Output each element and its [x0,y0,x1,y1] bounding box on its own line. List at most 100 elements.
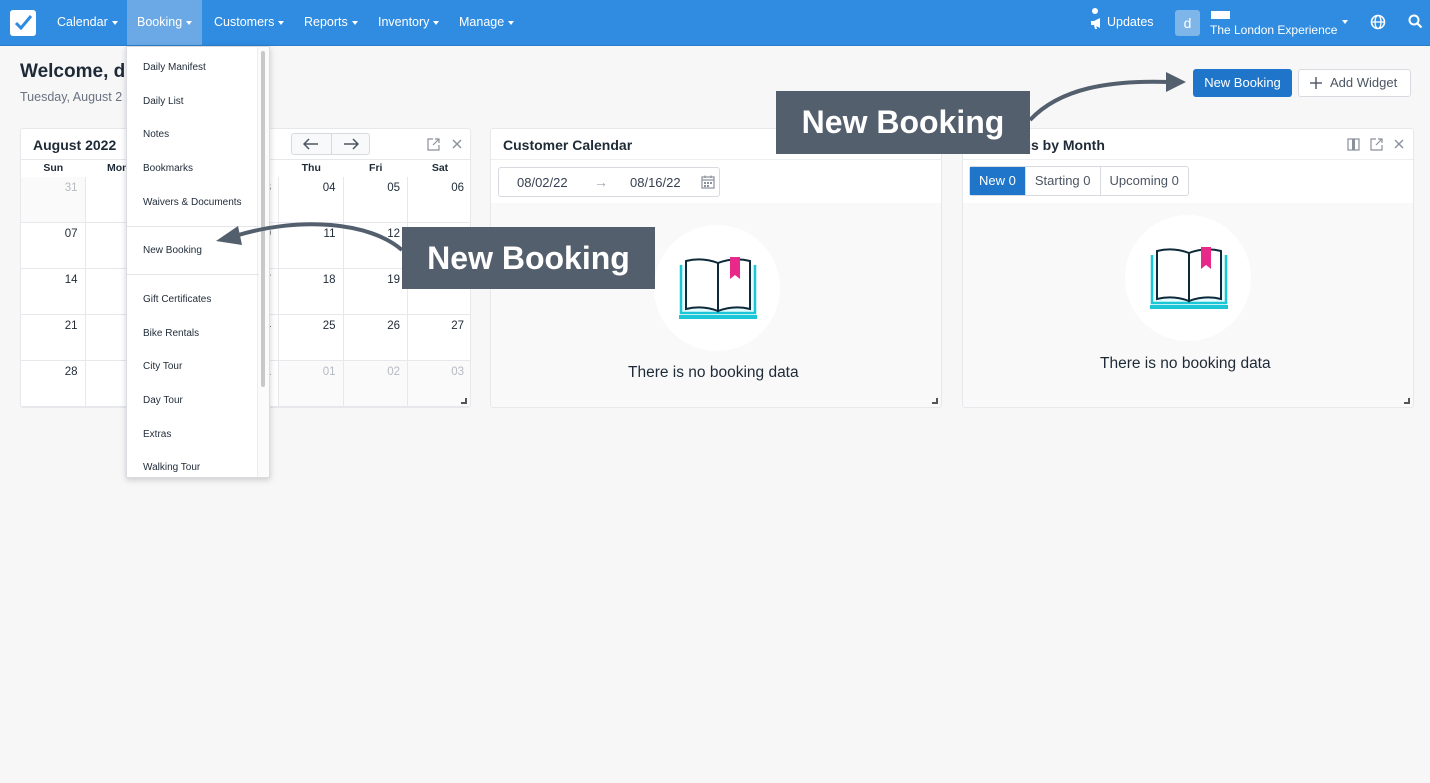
booking-tabs: New 0 Starting 0 Upcoming 0 [969,166,1189,196]
updates-label: Updates [1107,15,1154,29]
popout-icon[interactable] [1370,138,1383,151]
tab-new[interactable]: New 0 [970,167,1026,195]
resize-handle[interactable] [461,398,467,404]
menu-item-city-tour[interactable]: City Tour [143,361,182,372]
date-range-picker[interactable]: 08/02/22 → 08/16/22 [498,167,720,197]
account-name[interactable]: The London Experience [1210,23,1337,37]
account-caret-icon[interactable] [1342,20,1348,24]
calendar-day-cell[interactable]: 11 [279,223,344,269]
arrow-to-new-booking-button [1028,79,1171,122]
nav-customers[interactable]: Customers [204,0,294,45]
welcome-heading: Welcome, d [20,61,126,82]
calendar-day-cell[interactable]: 18 [279,269,344,315]
menu-item-gift-certificates[interactable]: Gift Certificates [143,294,211,305]
menu-item-notes[interactable]: Notes [143,129,169,140]
plus-icon [1310,77,1322,89]
nav-manage-label: Manage [459,15,505,29]
menu-item-waivers-documents[interactable]: Waivers & Documents [143,197,242,208]
menu-item-daily-list[interactable]: Daily List [143,96,184,107]
menu-scrollbar[interactable] [261,51,265,387]
menu-divider [127,226,259,227]
calendar-day-cell[interactable]: 31 [21,177,86,223]
customer-calendar-title: Customer Calendar [503,137,633,153]
globe-icon[interactable] [1370,14,1386,30]
widget-divider [491,159,941,160]
end-date-input[interactable]: 08/16/22 [630,175,681,190]
calendar-day-cell[interactable]: 19 [343,269,408,315]
weekday-header: Fri [369,162,383,174]
resize-handle[interactable] [932,398,938,404]
megaphone-icon [1091,17,1100,29]
new-booking-button[interactable]: New Booking [1193,69,1292,97]
calendar-day-cell[interactable]: 01 [279,361,344,407]
resize-handle[interactable] [1404,398,1410,404]
menu-item-daily-manifest[interactable]: Daily Manifest [143,62,206,73]
close-icon[interactable] [451,138,463,150]
caret-down-icon [186,20,193,25]
empty-state-circle [1125,215,1251,341]
avatar[interactable]: d [1175,10,1200,36]
calendar-day-cell[interactable]: 12 [343,223,408,269]
callout-new-booking-menu: New Booking [402,227,655,289]
calendar-month-title: August 2022 [33,137,117,153]
nav-reports[interactable]: Reports [294,0,368,45]
menu-item-bike-rentals[interactable]: Bike Rentals [143,328,199,339]
nav-inventory[interactable]: Inventory [368,0,449,45]
open-book-icon [679,257,757,319]
nav-calendar-label: Calendar [57,15,108,29]
callout-new-booking-top: New Booking [776,91,1030,154]
nav-manage[interactable]: Manage [449,0,524,45]
notification-dot [1092,8,1098,14]
calendar-icon[interactable] [701,175,715,189]
checkmark-logo-icon [14,15,33,31]
calendar-day-cell[interactable]: 07 [21,223,86,269]
menu-item-extras[interactable]: Extras [143,429,171,440]
menu-item-day-tour[interactable]: Day Tour [143,395,183,406]
menu-item-new-booking[interactable]: New Booking [143,245,202,256]
widget-divider [963,159,1413,160]
nav-inventory-label: Inventory [378,15,430,29]
empty-state-text: There is no booking data [1100,355,1271,372]
search-icon[interactable] [1408,14,1423,29]
add-widget-button[interactable]: Add Widget [1298,69,1411,97]
caret-down-icon [111,20,118,25]
menu-item-walking-tour[interactable]: Walking Tour [143,462,200,473]
caret-down-icon [351,20,358,25]
caret-down-icon [433,20,440,25]
app-logo[interactable] [10,10,36,36]
calendar-day-cell[interactable]: 02 [343,361,408,407]
calendar-day-cell[interactable]: 04 [279,177,344,223]
arrow-left-icon[interactable] [303,138,319,150]
add-widget-label: Add Widget [1330,75,1398,90]
popout-icon[interactable] [427,138,440,151]
calendar-day-cell[interactable]: 26 [343,315,408,361]
updates-button[interactable]: Updates [1090,0,1154,45]
nav-reports-label: Reports [304,15,348,29]
columns-icon[interactable] [1347,138,1360,151]
menu-divider [127,274,259,275]
booking-dropdown-menu: Daily Manifest Daily List Notes Bookmark… [126,46,270,478]
close-icon[interactable] [1393,138,1405,150]
calendar-day-cell[interactable]: 06 [408,177,470,223]
calendar-day-cell[interactable]: 27 [408,315,470,361]
caret-down-icon [508,20,515,25]
weekday-header: Sat [431,162,449,174]
calendar-nav-buttons [291,133,370,155]
nav-customers-label: Customers [214,15,275,29]
menu-item-bookmarks[interactable]: Bookmarks [143,163,193,174]
calendar-day-cell[interactable]: 25 [279,315,344,361]
empty-state-text: There is no booking data [628,364,799,381]
nav-booking[interactable]: Booking [127,0,203,45]
caret-down-icon [278,20,285,25]
calendar-day-cell[interactable]: 14 [21,269,86,315]
calendar-day-cell[interactable]: 28 [21,361,86,407]
tab-upcoming[interactable]: Upcoming 0 [1101,167,1188,195]
tab-starting[interactable]: Starting 0 [1026,167,1101,195]
arrow-right-icon[interactable] [343,138,359,150]
calendar-day-cell[interactable]: 21 [21,315,86,361]
start-date-input[interactable]: 08/02/22 [517,175,568,190]
calendar-day-cell[interactable]: 05 [343,177,408,223]
current-date: Tuesday, August 2 [20,90,123,104]
weekday-header: Thu [301,162,321,174]
nav-calendar[interactable]: Calendar [47,0,128,45]
